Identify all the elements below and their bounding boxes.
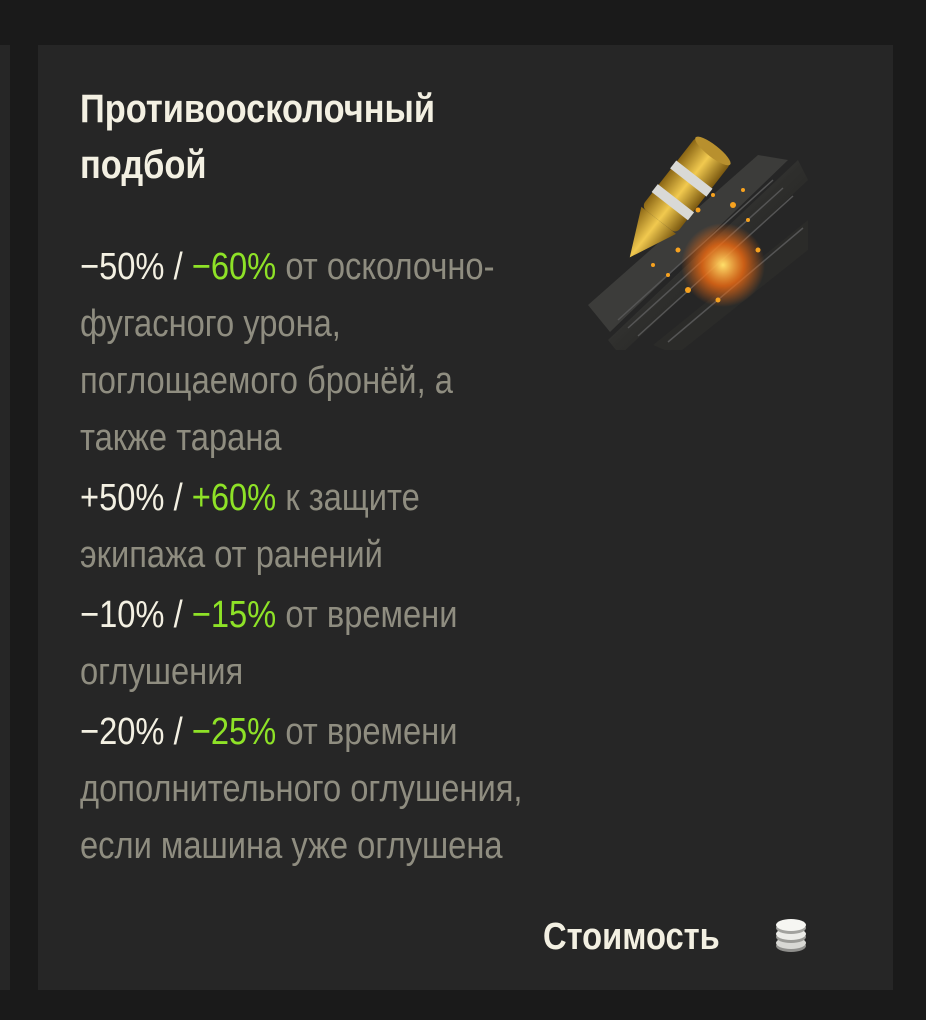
effect-bonus-value: −15% <box>191 594 277 636</box>
effects-list: −50% / −60% от осколочно-фугасного урона… <box>80 239 527 878</box>
spall-liner-icon <box>588 136 808 350</box>
previous-panel-edge <box>0 45 10 990</box>
effect-stun-duration: −10% / −15% от времени оглушения <box>80 587 527 701</box>
effect-bonus-value: −60% <box>191 246 277 288</box>
effect-base-value: −10% / <box>80 594 183 636</box>
effect-crew-protection: +50% / +60% к защите экипажа от ранений <box>80 470 527 584</box>
effect-bonus-value: −25% <box>191 711 277 753</box>
effect-extra-stun: −20% / −25% от времени дополнительного о… <box>80 704 527 875</box>
effect-base-value: +50% / <box>80 477 183 519</box>
effect-bonus-value: +60% <box>191 477 277 519</box>
effect-base-value: −50% / <box>80 246 183 288</box>
effect-he-damage: −50% / −60% от осколочно-фугасного урона… <box>80 239 527 467</box>
cost-label: Стоимость <box>543 915 720 958</box>
silver-coins-icon <box>776 919 806 952</box>
cost-row: Стоимость <box>543 907 811 967</box>
equipment-title: Противоосколочный подбой <box>80 87 436 187</box>
effect-base-value: −20% / <box>80 711 183 753</box>
equipment-tooltip: Противоосколочный подбой −50% / −60% от … <box>38 45 893 990</box>
